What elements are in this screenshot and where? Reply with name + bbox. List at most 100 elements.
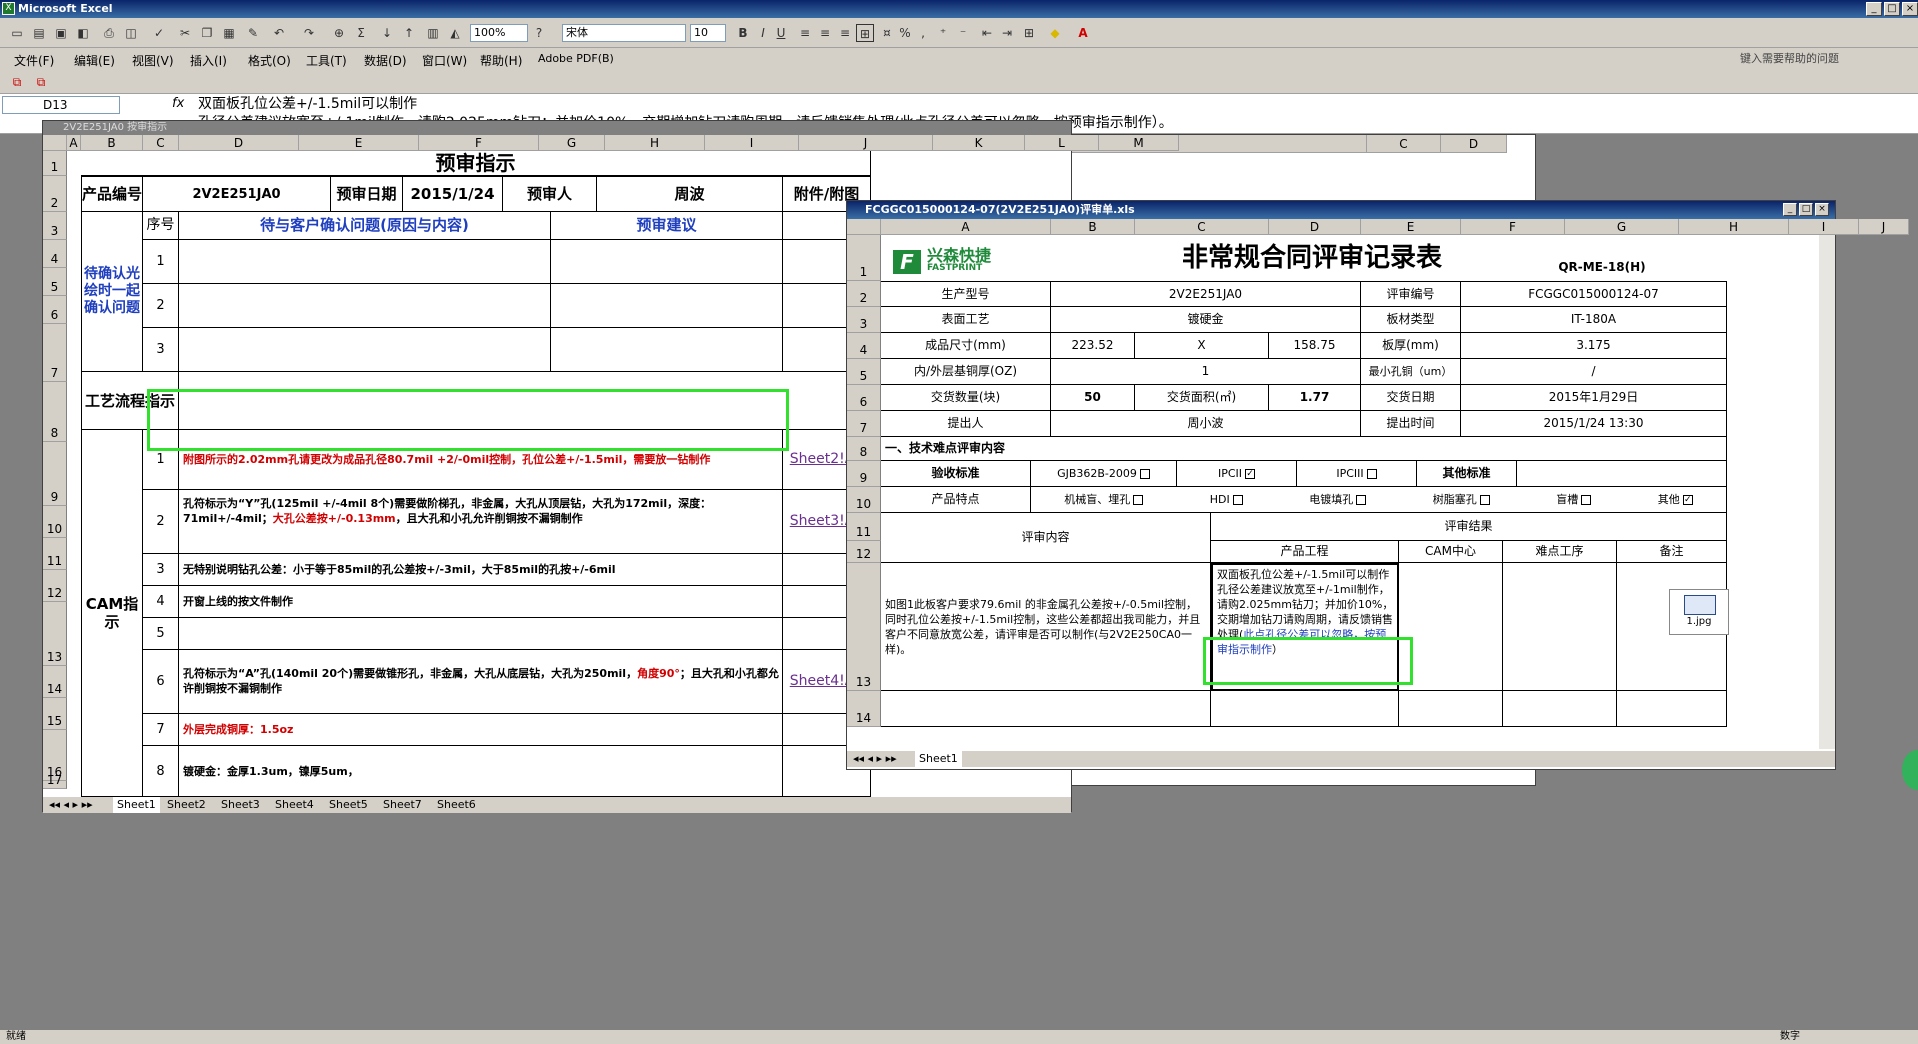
value-thickness[interactable]: 3.175 xyxy=(1461,333,1727,359)
workbook-review[interactable]: FCGGC015000124-07(2V2E251JA0)评审单.xls _ □… xyxy=(846,200,1909,770)
item-text-4[interactable]: 开窗上线的按文件制作 xyxy=(179,586,783,618)
label-quantity[interactable]: 交货数量(块) xyxy=(881,385,1051,411)
item-text-3[interactable]: 无特别说明钻孔公差：小于等于85mil的孔公差按+/-3mil，大于85mil的… xyxy=(179,554,783,586)
product-eng-reply[interactable]: 双面板孔位公差+/-1.5mil可以制作 孔径公差建议放宽至+/-1mil制作，请… xyxy=(1211,563,1399,691)
tab-sheet4[interactable]: Sheet4 xyxy=(275,797,314,813)
fill-color-icon[interactable]: ◆ xyxy=(1046,24,1064,42)
value-size-a[interactable]: 223.52 xyxy=(1051,333,1135,359)
row-header-12[interactable]: 12 xyxy=(847,541,881,563)
label-other-standard[interactable]: 其他标准 xyxy=(1417,461,1517,487)
value-propose-time[interactable]: 2015/1/24 13:30 xyxy=(1461,411,1727,437)
label-copper[interactable]: 内/外层基铜厚(OZ) xyxy=(881,359,1051,385)
pdf-email-icon[interactable]: ⧉ xyxy=(32,73,50,91)
item-text-6[interactable]: 孔符标示为“A”孔(140mil 20个)需要做锥形孔，非金属，大孔从底层钻，大… xyxy=(179,650,783,714)
review-date-label[interactable]: 预审日期 xyxy=(331,176,403,212)
value-quantity[interactable]: 50 xyxy=(1051,385,1135,411)
close-button[interactable]: × xyxy=(1902,2,1918,16)
font-size-select[interactable]: 10 xyxy=(690,24,726,42)
tab-sheet5[interactable]: Sheet5 xyxy=(329,797,368,813)
col-header-j[interactable]: J xyxy=(799,135,933,151)
help-icon[interactable]: ? xyxy=(530,24,548,42)
new-icon[interactable]: ▭ xyxy=(8,24,26,42)
decrease-indent-icon[interactable]: ⇤ xyxy=(978,24,996,42)
side-confirm-label[interactable]: 待确认光绘时一起确认问题 xyxy=(81,212,143,372)
drawing-icon[interactable]: ◭ xyxy=(446,24,464,42)
minimize-button[interactable]: _ xyxy=(1866,2,1882,16)
row-header-4[interactable]: 4 xyxy=(847,333,881,359)
checkbox-ipciii[interactable] xyxy=(1366,468,1377,479)
item-num-3[interactable]: 3 xyxy=(143,554,179,586)
menu-help[interactable]: 帮助(H) xyxy=(480,52,522,69)
col-header-j[interactable]: J xyxy=(1859,219,1909,235)
suggest-cell[interactable] xyxy=(551,284,783,328)
font-select[interactable]: 宋体 xyxy=(562,24,686,42)
tab-sheet3[interactable]: Sheet3 xyxy=(221,797,260,813)
difficult-reply[interactable] xyxy=(1503,563,1617,691)
col-header-b[interactable]: B xyxy=(81,135,143,151)
cut-icon[interactable]: ✂ xyxy=(176,24,194,42)
row-header-12[interactable]: 12 xyxy=(43,570,67,602)
row-header-10[interactable]: 10 xyxy=(847,487,881,513)
checkbox[interactable] xyxy=(1232,495,1243,505)
comma-button[interactable]: , xyxy=(914,24,932,42)
row-header-3[interactable]: 3 xyxy=(847,307,881,333)
features-options[interactable]: 机械盲、埋孔 HDI 电镀填孔 树脂塞孔 盲槽 其他 ✓ xyxy=(1031,487,1727,513)
question-cell[interactable] xyxy=(179,240,551,284)
spelling-icon[interactable]: ✓ xyxy=(150,24,168,42)
process-cell[interactable] xyxy=(179,372,871,430)
row-header-2[interactable]: 2 xyxy=(847,281,881,307)
tab-sheet7[interactable]: Sheet7 xyxy=(383,797,422,813)
label-thickness[interactable]: 板厚(mm) xyxy=(1361,333,1461,359)
row-header-5[interactable]: 5 xyxy=(43,268,67,296)
label-model[interactable]: 生产型号 xyxy=(881,281,1051,307)
menu-edit[interactable]: 编辑(E) xyxy=(74,52,115,69)
process-label[interactable]: 工艺流程指示 xyxy=(81,372,179,430)
empty-cell[interactable] xyxy=(1503,691,1617,727)
currency-icon[interactable]: ¤ xyxy=(878,24,896,42)
row-header-1[interactable]: 1 xyxy=(43,151,67,176)
row-header-7[interactable]: 7 xyxy=(43,324,67,382)
menu-window[interactable]: 窗口(W) xyxy=(422,52,467,69)
empty-cell[interactable] xyxy=(1617,691,1727,727)
zoom-select[interactable]: 100% xyxy=(470,24,528,42)
cam-label[interactable]: CAM指示 xyxy=(81,430,143,797)
save-icon[interactable]: ▣ xyxy=(52,24,70,42)
italic-button[interactable]: I xyxy=(754,24,772,42)
menu-file[interactable]: 文件(F) xyxy=(14,52,54,69)
checkbox-ipcii[interactable]: ✓ xyxy=(1245,468,1256,479)
seq-2[interactable]: 2 xyxy=(143,284,179,328)
checkbox[interactable] xyxy=(1356,495,1367,505)
reviewer-label[interactable]: 预审人 xyxy=(503,176,597,212)
suggest-cell[interactable] xyxy=(551,240,783,284)
item-num-8[interactable]: 8 xyxy=(143,746,179,797)
row-header-5[interactable]: 5 xyxy=(847,359,881,385)
question-cell[interactable] xyxy=(179,328,551,372)
question-cell[interactable] xyxy=(179,284,551,328)
row-header-6[interactable]: 6 xyxy=(43,296,67,324)
row-header-14[interactable]: 14 xyxy=(847,691,881,727)
item-num-6[interactable]: 6 xyxy=(143,650,179,714)
chart-icon[interactable]: ▥ xyxy=(424,24,442,42)
col-header-b[interactable]: B xyxy=(1051,219,1135,235)
col-remark[interactable]: 备注 xyxy=(1617,541,1727,563)
item-num-1[interactable]: 1 xyxy=(143,430,179,490)
tab-sheet1[interactable]: Sheet1 xyxy=(915,751,962,767)
row-header-14[interactable]: 14 xyxy=(43,666,67,698)
value-review-no[interactable]: FCGGC015000124-07 xyxy=(1461,281,1727,307)
col-header-f[interactable]: F xyxy=(1461,219,1565,235)
item-text-1[interactable]: 附图所示的2.02mm孔请更改为成品孔径80.7mil +2/-0mil控制，孔… xyxy=(179,430,783,490)
col-header-g[interactable]: G xyxy=(539,135,605,151)
row-header-10[interactable]: 10 xyxy=(43,506,67,538)
row-header-8[interactable]: 8 xyxy=(43,382,67,442)
feature-blind-slot[interactable]: 盲槽 xyxy=(1556,492,1592,507)
select-all[interactable] xyxy=(847,219,881,235)
formula-text-line1[interactable]: 双面板孔位公差+/-1.5mil可以制作 xyxy=(198,95,417,114)
win2-close-button[interactable]: × xyxy=(1815,203,1829,216)
value-size-x[interactable]: X xyxy=(1135,333,1269,359)
menu-view[interactable]: 视图(V) xyxy=(132,52,174,69)
reviewer[interactable]: 周波 xyxy=(597,176,783,212)
col-header-d[interactable]: D xyxy=(1441,135,1507,153)
row-header-13[interactable]: 13 xyxy=(43,602,67,666)
col-header-e[interactable]: E xyxy=(299,135,419,151)
tab-scroll-icon[interactable]: ◂◂ ◂ ▸ ▸▸ xyxy=(853,751,897,767)
